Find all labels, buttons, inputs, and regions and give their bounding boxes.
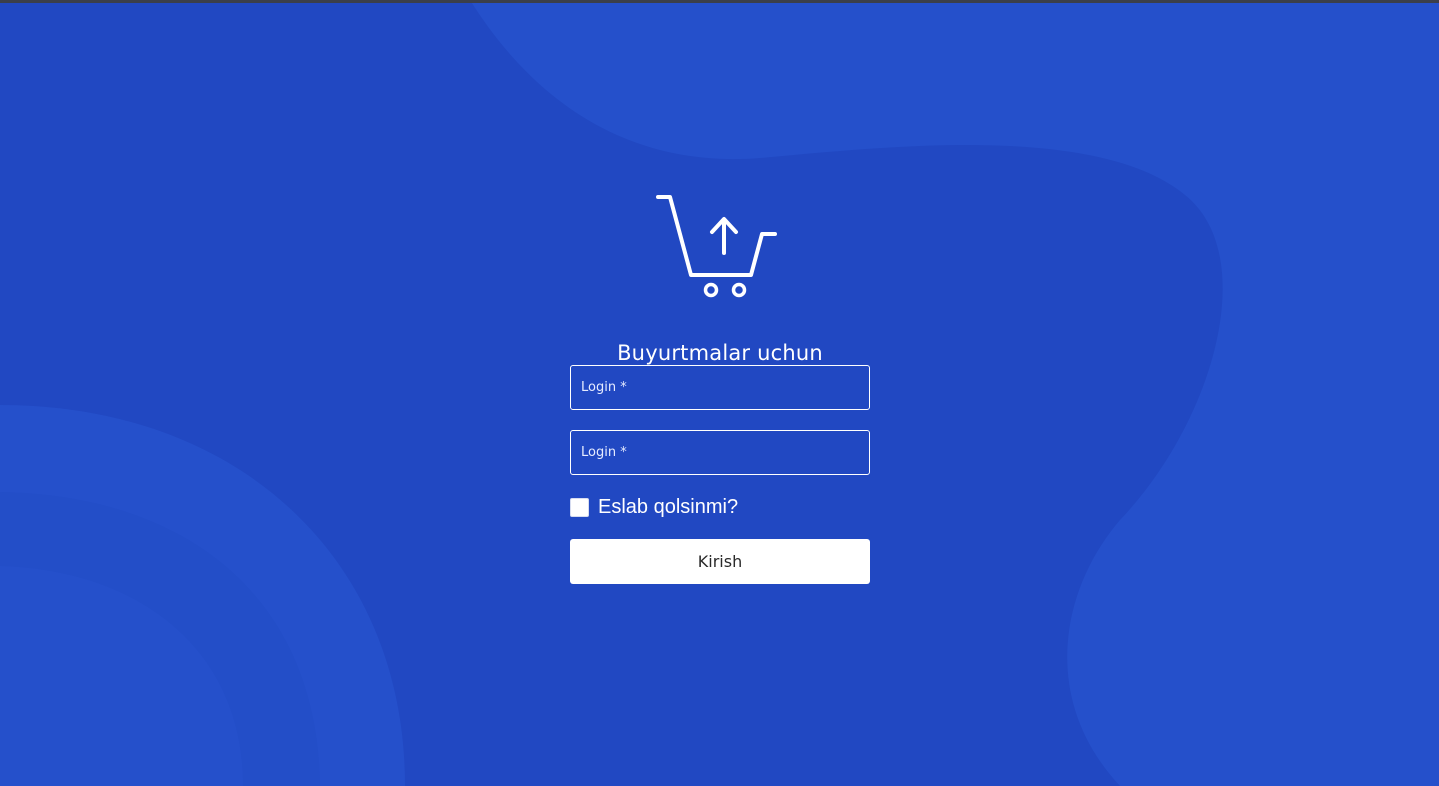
login-form: Buyurtmalar uchun Eslab qolsinmi? Kirish — [570, 190, 870, 584]
remember-me-label[interactable]: Eslab qolsinmi? — [598, 496, 738, 519]
shopping-cart-upload-icon — [656, 195, 777, 298]
login-input[interactable] — [570, 365, 870, 410]
login-button[interactable]: Kirish — [570, 539, 870, 584]
window-top-border — [0, 0, 1439, 3]
remember-me-checkbox[interactable] — [570, 497, 589, 517]
page-title: Buyurtmalar uchun — [617, 341, 823, 365]
remember-me-row: Eslab qolsinmi? — [570, 495, 870, 519]
password-input[interactable] — [570, 430, 870, 475]
